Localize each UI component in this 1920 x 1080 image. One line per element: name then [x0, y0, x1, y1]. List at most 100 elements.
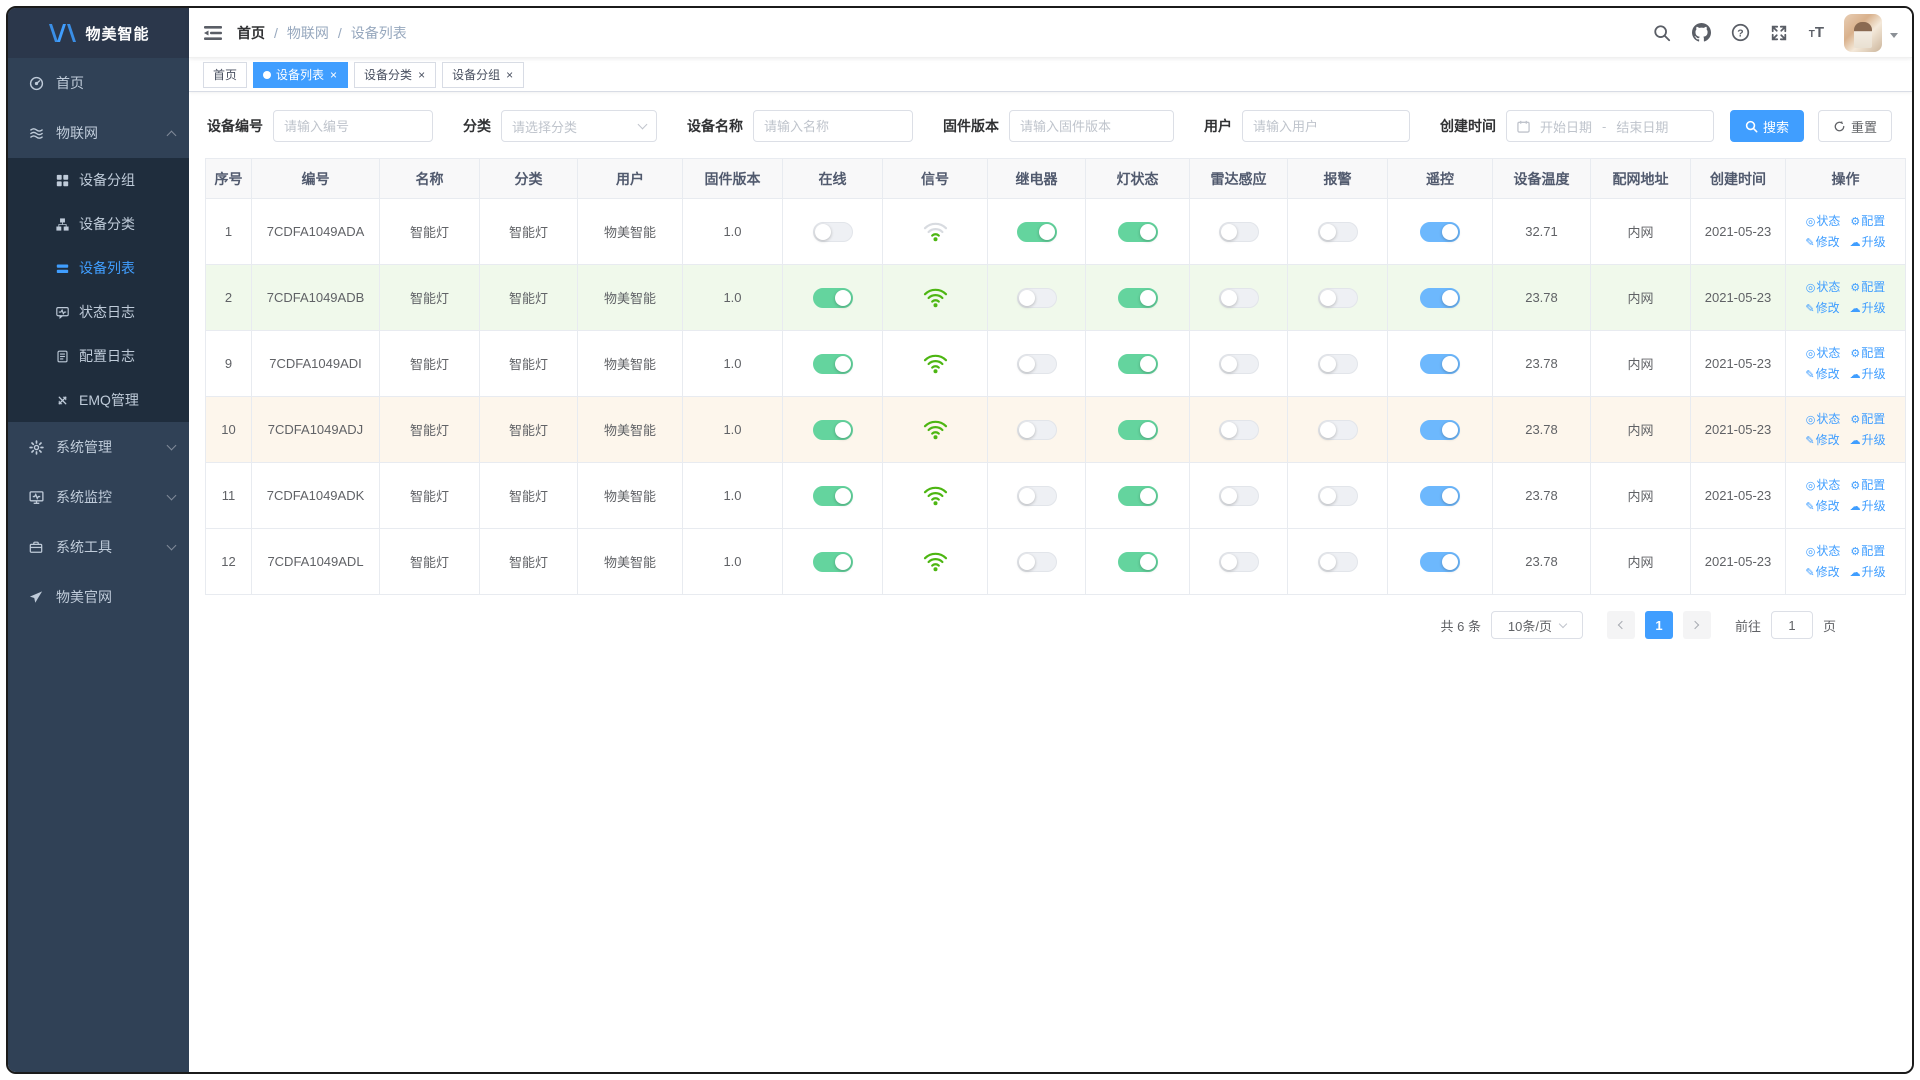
- page-size-select[interactable]: 10条/页: [1490, 611, 1583, 639]
- status-link[interactable]: ◎状态: [1806, 412, 1841, 426]
- relay-toggle[interactable]: [1016, 221, 1057, 242]
- edit-link[interactable]: ✎修改: [1805, 565, 1839, 579]
- breadcrumb-home[interactable]: 首页: [237, 23, 265, 43]
- reset-button[interactable]: 重置: [1818, 110, 1893, 142]
- remote-toggle[interactable]: [1420, 221, 1460, 242]
- sidebar-toggle-icon[interactable]: [203, 23, 223, 43]
- status-link[interactable]: ◎状态: [1806, 346, 1841, 360]
- radar-toggle[interactable]: [1218, 419, 1259, 440]
- page-number-button[interactable]: 1: [1644, 611, 1673, 639]
- status-link[interactable]: ◎状态: [1806, 544, 1841, 558]
- alarm-toggle[interactable]: [1317, 485, 1358, 506]
- alarm-toggle[interactable]: [1317, 551, 1358, 572]
- relay-toggle[interactable]: [1016, 287, 1057, 308]
- github-icon[interactable]: [1691, 23, 1711, 42]
- search-button[interactable]: 搜索: [1730, 110, 1805, 142]
- radar-toggle[interactable]: [1218, 221, 1259, 242]
- edit-link[interactable]: ✎修改: [1805, 367, 1839, 381]
- online-toggle[interactable]: [812, 287, 853, 308]
- alarm-toggle[interactable]: [1317, 221, 1358, 242]
- goto-page-input[interactable]: [1770, 611, 1813, 639]
- tab-device-list[interactable]: 设备列表 ×: [253, 61, 349, 88]
- relay-toggle[interactable]: [1016, 485, 1057, 506]
- edit-link[interactable]: ✎修改: [1805, 301, 1839, 315]
- online-toggle[interactable]: [812, 485, 853, 506]
- alarm-toggle[interactable]: [1317, 419, 1358, 440]
- upgrade-link[interactable]: ☁升级: [1850, 301, 1886, 315]
- sidebar-item-status-log[interactable]: 状态日志: [8, 290, 189, 334]
- radar-toggle[interactable]: [1218, 551, 1259, 572]
- config-link[interactable]: ⚙配置: [1850, 280, 1885, 294]
- sidebar-item-config-log[interactable]: 配置日志: [8, 334, 189, 378]
- sidebar-item-system-monitor[interactable]: 系统监控: [8, 472, 189, 522]
- remote-toggle[interactable]: [1420, 353, 1460, 374]
- config-link[interactable]: ⚙配置: [1850, 544, 1885, 558]
- light-toggle[interactable]: [1117, 551, 1158, 572]
- sidebar-item-system-manage[interactable]: 系统管理: [8, 422, 189, 472]
- edit-link[interactable]: ✎修改: [1805, 235, 1839, 249]
- sidebar-item-iot[interactable]: 物联网: [8, 108, 189, 158]
- config-link[interactable]: ⚙配置: [1850, 214, 1885, 228]
- status-link[interactable]: ◎状态: [1806, 214, 1841, 228]
- search-icon[interactable]: [1653, 23, 1672, 42]
- close-icon[interactable]: ×: [505, 68, 514, 82]
- light-toggle[interactable]: [1117, 287, 1158, 308]
- relay-toggle[interactable]: [1016, 353, 1057, 374]
- online-toggle[interactable]: [812, 419, 853, 440]
- category-select[interactable]: 请选择分类: [501, 110, 657, 142]
- remote-toggle[interactable]: [1420, 419, 1460, 440]
- next-page-button[interactable]: [1682, 611, 1711, 639]
- light-toggle[interactable]: [1117, 419, 1158, 440]
- sidebar-item-device-category[interactable]: 设备分类: [8, 202, 189, 246]
- radar-toggle[interactable]: [1218, 287, 1259, 308]
- date-range-picker[interactable]: 开始日期 - 结束日期: [1506, 110, 1714, 142]
- light-toggle[interactable]: [1117, 221, 1158, 242]
- relay-toggle[interactable]: [1016, 419, 1057, 440]
- tab-device-group[interactable]: 设备分组 ×: [442, 61, 525, 88]
- breadcrumb-iot[interactable]: 物联网: [287, 23, 329, 43]
- user-input[interactable]: [1242, 110, 1410, 142]
- status-link[interactable]: ◎状态: [1806, 478, 1841, 492]
- sidebar-item-emq-manage[interactable]: EMQ管理: [8, 378, 189, 422]
- radar-toggle[interactable]: [1218, 353, 1259, 374]
- device-no-input[interactable]: [273, 110, 433, 142]
- config-link[interactable]: ⚙配置: [1850, 478, 1885, 492]
- config-link[interactable]: ⚙配置: [1850, 346, 1885, 360]
- config-link[interactable]: ⚙配置: [1850, 412, 1885, 426]
- radar-toggle[interactable]: [1218, 485, 1259, 506]
- device-name-input[interactable]: [753, 110, 913, 142]
- brand-logo[interactable]: 物美智能: [8, 8, 189, 58]
- alarm-toggle[interactable]: [1317, 353, 1358, 374]
- user-menu[interactable]: [1844, 13, 1898, 52]
- tab-device-category[interactable]: 设备分类 ×: [354, 61, 437, 88]
- upgrade-link[interactable]: ☁升级: [1850, 565, 1886, 579]
- sidebar-item-device-list[interactable]: 设备列表: [8, 246, 189, 290]
- light-toggle[interactable]: [1117, 485, 1158, 506]
- close-icon[interactable]: ×: [417, 68, 426, 82]
- close-icon[interactable]: ×: [329, 68, 338, 82]
- edit-link[interactable]: ✎修改: [1805, 433, 1839, 447]
- relay-toggle[interactable]: [1016, 551, 1057, 572]
- upgrade-link[interactable]: ☁升级: [1850, 367, 1886, 381]
- help-icon[interactable]: ?: [1731, 23, 1750, 42]
- firmware-input[interactable]: [1009, 110, 1174, 142]
- remote-toggle[interactable]: [1420, 551, 1460, 572]
- remote-toggle[interactable]: [1420, 485, 1460, 506]
- online-toggle[interactable]: [812, 551, 853, 572]
- online-toggle[interactable]: [812, 221, 853, 242]
- remote-toggle[interactable]: [1420, 287, 1460, 308]
- font-size-icon[interactable]: TT: [1809, 24, 1824, 41]
- tab-home[interactable]: 首页: [203, 61, 248, 88]
- sidebar-item-official-site[interactable]: 物美官网: [8, 572, 189, 622]
- sidebar-item-device-group[interactable]: 设备分组: [8, 158, 189, 202]
- upgrade-link[interactable]: ☁升级: [1850, 499, 1886, 513]
- online-toggle[interactable]: [812, 353, 853, 374]
- fullscreen-icon[interactable]: [1770, 23, 1789, 42]
- upgrade-link[interactable]: ☁升级: [1850, 433, 1886, 447]
- upgrade-link[interactable]: ☁升级: [1850, 235, 1886, 249]
- sidebar-item-system-tools[interactable]: 系统工具: [8, 522, 189, 572]
- prev-page-button[interactable]: [1606, 611, 1635, 639]
- status-link[interactable]: ◎状态: [1806, 280, 1841, 294]
- alarm-toggle[interactable]: [1317, 287, 1358, 308]
- light-toggle[interactable]: [1117, 353, 1158, 374]
